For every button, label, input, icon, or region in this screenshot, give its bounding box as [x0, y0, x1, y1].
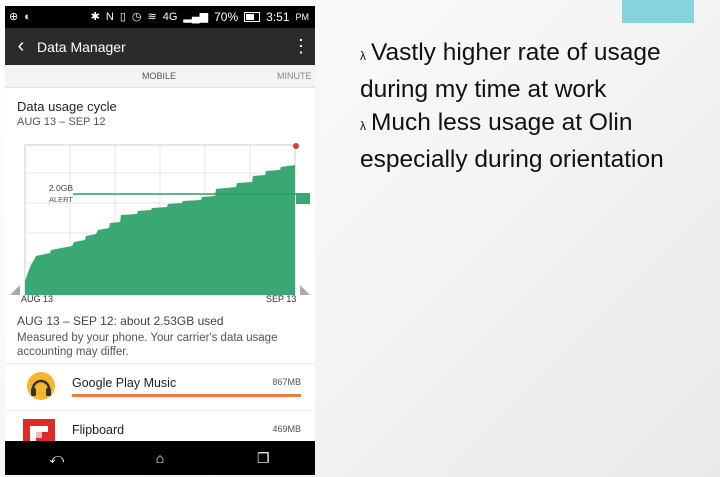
status-bar: ⊕ ◐ ✱ N ▯ ◷ ≋ 4G ▂▄▆ 70% 3:51 PM [5, 6, 315, 28]
tab-mobile[interactable]: MOBILE [142, 71, 176, 81]
recent-apps-icon[interactable]: ❐ [251, 450, 275, 467]
alert-label: ALERT [49, 195, 73, 204]
app-title: Data Manager [37, 38, 126, 55]
back-arrow-icon[interactable]: ‹ [5, 28, 37, 65]
lte-icon: 4G [162, 11, 178, 23]
home-icon[interactable]: ⌂ [148, 450, 172, 466]
back-nav-icon[interactable]: ⤺ [45, 450, 69, 467]
nav-bar: ⤺ ⌂ ❐ [5, 441, 315, 475]
cycle-dates[interactable]: AUG 13 – SEP 12 [17, 116, 105, 128]
notification-add-icon: ⊕ [9, 11, 19, 23]
usage-summary: AUG 13 – SEP 12: about 2.53GB used [17, 314, 224, 328]
bullet-marker: λ [360, 119, 366, 133]
cycle-title: Data usage cycle [17, 99, 117, 114]
end-slider-handle [300, 285, 310, 295]
axis-end-label: SEP 13 [266, 294, 297, 304]
bullet-1-line-1: λ Vastly higher rate of usage [360, 36, 715, 73]
usage-note: Measured by your phone. Your carrier's d… [17, 332, 278, 358]
wifi-icon: ≋ [147, 11, 157, 23]
phone-screenshot: ⊕ ◐ ✱ N ▯ ◷ ≋ 4G ▂▄▆ 70% 3:51 PM ‹ Data … [5, 6, 315, 475]
limit-marker [293, 143, 299, 149]
app-bar: ‹ Data Manager ⋮ [5, 28, 315, 65]
clock-ampm: PM [295, 12, 310, 22]
alert-value-label: 2.0GB [49, 183, 73, 193]
axis-start-label: AUG 13 [21, 294, 54, 304]
app-name: Flipboard [72, 423, 125, 437]
overflow-menu-icon[interactable]: ⋮ [287, 28, 315, 65]
alert-handle [296, 193, 310, 204]
usage-graph[interactable]: 2.0GB ALERT [10, 143, 310, 303]
headphones-icon [27, 372, 55, 400]
battery-icon [244, 12, 261, 22]
bullet-marker: λ [360, 49, 366, 63]
nfc-icon: N [105, 11, 114, 23]
app-size: 867MB [272, 377, 301, 387]
app-size: 469MB [272, 424, 301, 434]
slide-bullets: λ Vastly higher rate of usage during my t… [360, 36, 715, 176]
bluetooth-icon: ✱ [90, 11, 100, 23]
app-row-google-play-music[interactable]: Google Play Music 867MB [5, 363, 315, 408]
alarm-icon: ◷ [131, 11, 142, 23]
tab-strip: MOBILE MINUTE [5, 65, 315, 88]
slide-accent-box [622, 0, 694, 23]
bullet-2-line-1: λ Much less usage at Olin [360, 106, 715, 143]
signal-icon: ▂▄▆ [183, 11, 209, 23]
bullet-1-line-2: during my time at work [360, 76, 607, 103]
start-slider-handle [10, 285, 20, 295]
sync-icon: ◐ [24, 11, 31, 23]
bullet-2-line-2: especially during orientation [360, 146, 664, 173]
vibrate-icon: ▯ [119, 11, 126, 23]
app-usage-bar [72, 394, 301, 397]
tab-minute[interactable]: MINUTE [277, 71, 312, 81]
app-name: Google Play Music [72, 376, 177, 390]
content-area: Data usage cycle AUG 13 – SEP 12 2.0GB A… [5, 88, 315, 453]
clock: 3:51 [266, 10, 290, 24]
battery-percent: 70% [214, 10, 239, 24]
